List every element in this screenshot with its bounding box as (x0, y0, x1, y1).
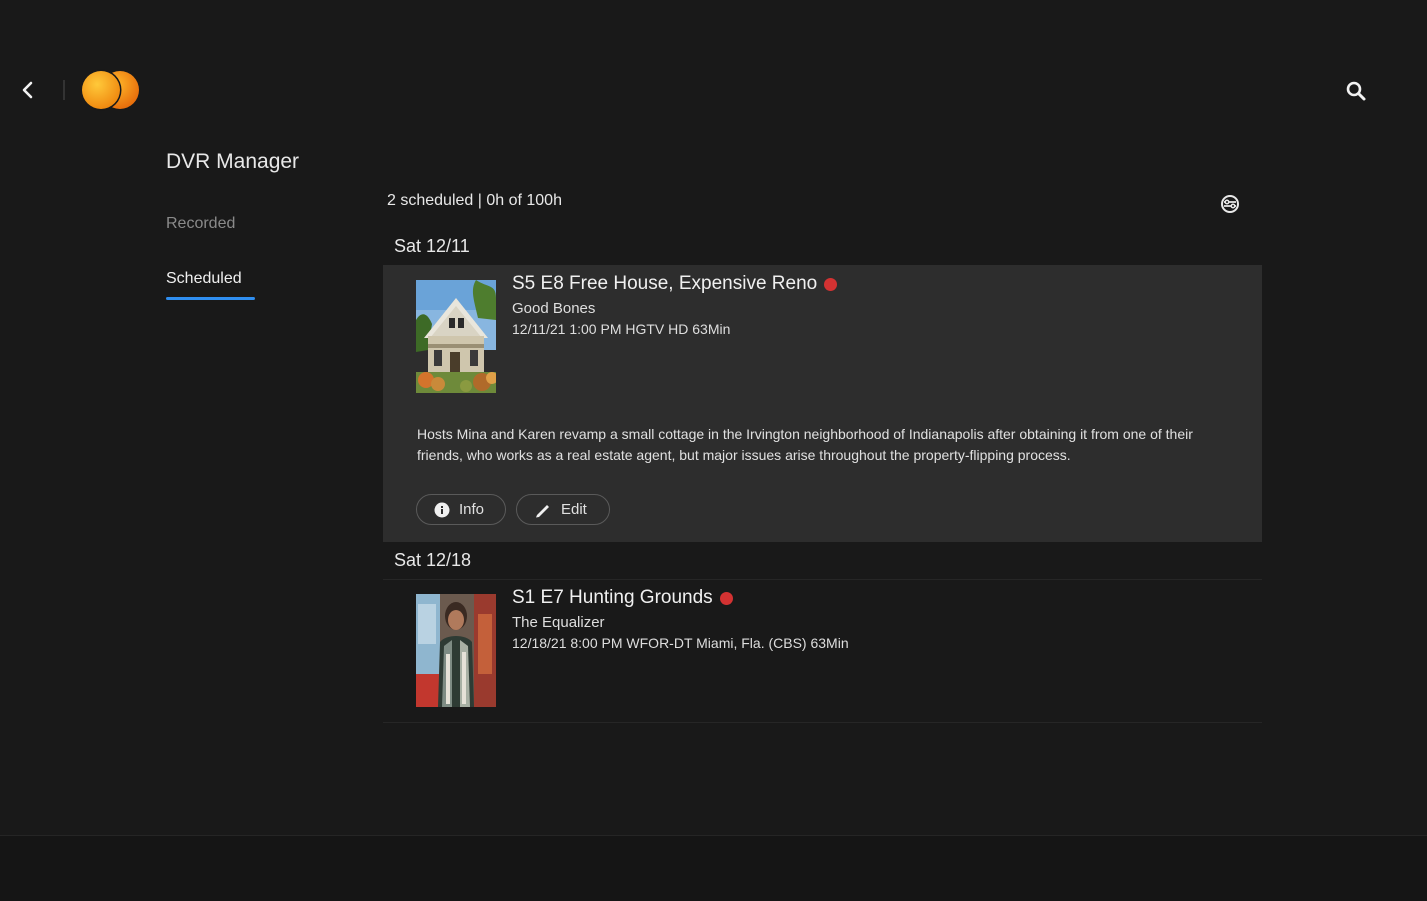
chevron-left-icon (22, 81, 33, 99)
info-button[interactable]: Info (416, 494, 506, 525)
orange-circles-logo (80, 69, 139, 111)
edit-button[interactable]: Edit (516, 494, 610, 525)
info-icon (434, 502, 450, 517)
airing-details: 12/11/21 1:00 PM HGTV HD 63Min (512, 321, 731, 337)
bottom-bar (0, 835, 1427, 901)
active-tab-indicator (166, 297, 255, 300)
series-name: Good Bones (512, 300, 596, 317)
program-thumbnail (416, 594, 496, 707)
search-icon (1346, 81, 1366, 101)
episode-title: S1 E7 Hunting Grounds (512, 587, 733, 609)
settings-icon (1221, 195, 1239, 213)
day-label: Sat 12/11 (394, 236, 470, 256)
schedule-summary: 2 scheduled | 0h of 100h (387, 192, 562, 209)
scheduled-recording-card[interactable]: S1 E7 Hunting Grounds The Equalizer 12/1… (383, 580, 1262, 723)
series-name: The Equalizer (512, 614, 605, 631)
info-button-label: Info (459, 501, 485, 518)
day-label: Sat 12/18 (394, 550, 472, 570)
dvr-settings-button[interactable] (1216, 191, 1244, 217)
page-title: DVR Manager (166, 150, 300, 173)
episode-title-text: S5 E8 Free House, Expensive Reno (512, 273, 818, 294)
episode-title-text: S1 E7 Hunting Grounds (512, 587, 713, 608)
search-button[interactable] (1342, 77, 1370, 105)
episode-title: S5 E8 Free House, Expensive Reno (512, 273, 838, 295)
header-divider (63, 80, 65, 100)
recording-indicator-icon (719, 591, 733, 605)
back-button[interactable] (14, 76, 42, 104)
airing-details: 12/18/21 8:00 PM WFOR-DT Miami, Fla. (CB… (512, 635, 849, 651)
nav-item-recorded[interactable]: Recorded (166, 215, 235, 233)
scheduled-recording-card[interactable]: S5 E8 Free House, Expensive Reno Good Bo… (383, 265, 1262, 542)
edit-button-label: Edit (561, 501, 587, 518)
episode-description: Hosts Mina and Karen revamp a small cott… (417, 426, 1193, 463)
nav-item-scheduled[interactable]: Scheduled (166, 270, 242, 288)
app-logo[interactable] (80, 68, 142, 112)
day-header: Sat 12/11 (383, 228, 1262, 266)
day-header: Sat 12/18 (383, 542, 1262, 580)
pencil-icon (536, 504, 549, 517)
recording-indicator-icon (824, 277, 838, 291)
program-thumbnail (416, 280, 496, 393)
